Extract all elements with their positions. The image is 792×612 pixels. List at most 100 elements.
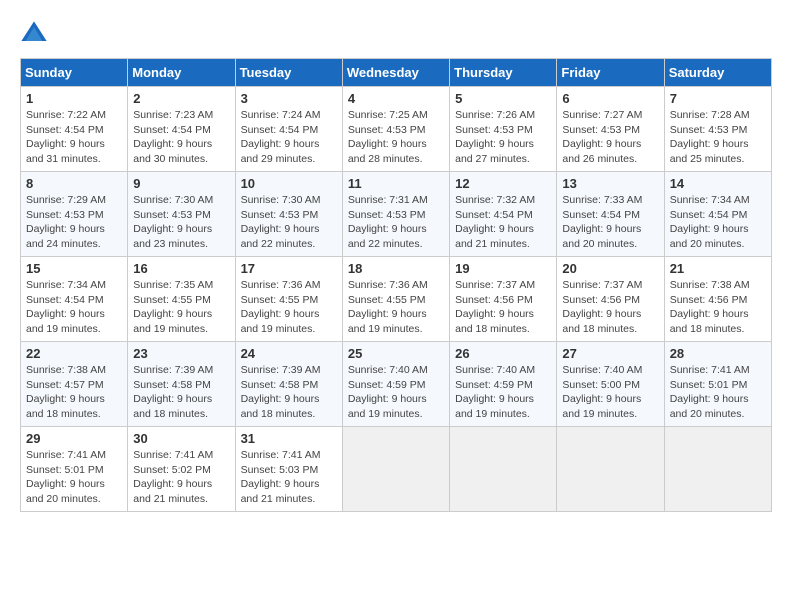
day-info: Sunrise: 7:27 AM Sunset: 4:53 PM Dayligh… [562,108,658,167]
day-cell: 20 Sunrise: 7:37 AM Sunset: 4:56 PM Dayl… [557,257,664,342]
sunset-label: Sunset: 4:58 PM [241,379,319,391]
day-number: 2 [133,91,229,106]
calendar-week-row: 22 Sunrise: 7:38 AM Sunset: 4:57 PM Dayl… [21,342,772,427]
day-cell: 27 Sunrise: 7:40 AM Sunset: 5:00 PM Dayl… [557,342,664,427]
sunset-label: Sunset: 4:54 PM [133,124,211,136]
daylight-label: Daylight: 9 hours [241,138,320,150]
day-number: 13 [562,176,658,191]
day-info: Sunrise: 7:40 AM Sunset: 4:59 PM Dayligh… [348,363,444,422]
day-cell: 22 Sunrise: 7:38 AM Sunset: 4:57 PM Dayl… [21,342,128,427]
daylight-label: Daylight: 9 hours [241,478,320,490]
sunset-label: Sunset: 4:55 PM [133,294,211,306]
sunset-label: Sunset: 4:56 PM [562,294,640,306]
sunrise-label: Sunrise: 7:39 AM [241,364,321,376]
daylight-minutes: and 18 minutes. [241,408,316,420]
daylight-label: Daylight: 9 hours [670,393,749,405]
day-number: 5 [455,91,551,106]
day-info: Sunrise: 7:22 AM Sunset: 4:54 PM Dayligh… [26,108,122,167]
daylight-minutes: and 29 minutes. [241,153,316,165]
day-cell: 7 Sunrise: 7:28 AM Sunset: 4:53 PM Dayli… [664,87,771,172]
day-info: Sunrise: 7:41 AM Sunset: 5:03 PM Dayligh… [241,448,337,507]
daylight-label: Daylight: 9 hours [348,308,427,320]
weekday-header: Friday [557,59,664,87]
sunset-label: Sunset: 4:57 PM [26,379,104,391]
sunrise-label: Sunrise: 7:33 AM [562,194,642,206]
sunset-label: Sunset: 4:54 PM [455,209,533,221]
day-number: 11 [348,176,444,191]
daylight-minutes: and 20 minutes. [26,493,101,505]
day-number: 21 [670,261,766,276]
empty-day-cell [664,427,771,512]
sunset-label: Sunset: 4:59 PM [455,379,533,391]
day-number: 18 [348,261,444,276]
day-cell: 16 Sunrise: 7:35 AM Sunset: 4:55 PM Dayl… [128,257,235,342]
daylight-minutes: and 19 minutes. [455,408,530,420]
day-number: 6 [562,91,658,106]
sunset-label: Sunset: 4:54 PM [562,209,640,221]
daylight-minutes: and 23 minutes. [133,238,208,250]
day-number: 16 [133,261,229,276]
sunset-label: Sunset: 5:00 PM [562,379,640,391]
sunrise-label: Sunrise: 7:35 AM [133,279,213,291]
day-cell: 1 Sunrise: 7:22 AM Sunset: 4:54 PM Dayli… [21,87,128,172]
day-info: Sunrise: 7:29 AM Sunset: 4:53 PM Dayligh… [26,193,122,252]
daylight-minutes: and 28 minutes. [348,153,423,165]
daylight-minutes: and 18 minutes. [562,323,637,335]
daylight-minutes: and 19 minutes. [348,408,423,420]
day-cell: 29 Sunrise: 7:41 AM Sunset: 5:01 PM Dayl… [21,427,128,512]
empty-day-cell [342,427,449,512]
day-number: 9 [133,176,229,191]
daylight-label: Daylight: 9 hours [133,393,212,405]
daylight-minutes: and 18 minutes. [133,408,208,420]
empty-day-cell [557,427,664,512]
sunset-label: Sunset: 5:01 PM [26,464,104,476]
sunrise-label: Sunrise: 7:34 AM [26,279,106,291]
day-cell: 11 Sunrise: 7:31 AM Sunset: 4:53 PM Dayl… [342,172,449,257]
sunset-label: Sunset: 4:54 PM [26,294,104,306]
daylight-minutes: and 19 minutes. [348,323,423,335]
sunset-label: Sunset: 5:03 PM [241,464,319,476]
day-number: 31 [241,431,337,446]
day-cell: 31 Sunrise: 7:41 AM Sunset: 5:03 PM Dayl… [235,427,342,512]
daylight-minutes: and 18 minutes. [455,323,530,335]
day-cell: 4 Sunrise: 7:25 AM Sunset: 4:53 PM Dayli… [342,87,449,172]
daylight-label: Daylight: 9 hours [348,393,427,405]
day-info: Sunrise: 7:41 AM Sunset: 5:02 PM Dayligh… [133,448,229,507]
sunset-label: Sunset: 4:54 PM [26,124,104,136]
calendar-table: SundayMondayTuesdayWednesdayThursdayFrid… [20,58,772,512]
daylight-label: Daylight: 9 hours [670,138,749,150]
daylight-label: Daylight: 9 hours [562,393,641,405]
sunset-label: Sunset: 4:53 PM [241,209,319,221]
daylight-minutes: and 20 minutes. [670,408,745,420]
calendar-week-row: 8 Sunrise: 7:29 AM Sunset: 4:53 PM Dayli… [21,172,772,257]
sunrise-label: Sunrise: 7:28 AM [670,109,750,121]
sunrise-label: Sunrise: 7:40 AM [455,364,535,376]
day-cell: 6 Sunrise: 7:27 AM Sunset: 4:53 PM Dayli… [557,87,664,172]
sunrise-label: Sunrise: 7:38 AM [26,364,106,376]
daylight-label: Daylight: 9 hours [455,308,534,320]
day-number: 14 [670,176,766,191]
sunset-label: Sunset: 4:56 PM [670,294,748,306]
day-cell: 9 Sunrise: 7:30 AM Sunset: 4:53 PM Dayli… [128,172,235,257]
day-info: Sunrise: 7:36 AM Sunset: 4:55 PM Dayligh… [348,278,444,337]
sunset-label: Sunset: 4:53 PM [455,124,533,136]
daylight-minutes: and 21 minutes. [241,493,316,505]
sunrise-label: Sunrise: 7:38 AM [670,279,750,291]
daylight-minutes: and 19 minutes. [241,323,316,335]
day-cell: 26 Sunrise: 7:40 AM Sunset: 4:59 PM Dayl… [450,342,557,427]
daylight-minutes: and 19 minutes. [562,408,637,420]
day-info: Sunrise: 7:31 AM Sunset: 4:53 PM Dayligh… [348,193,444,252]
sunset-label: Sunset: 4:54 PM [670,209,748,221]
day-number: 24 [241,346,337,361]
weekday-header: Sunday [21,59,128,87]
daylight-label: Daylight: 9 hours [26,393,105,405]
sunrise-label: Sunrise: 7:37 AM [455,279,535,291]
sunrise-label: Sunrise: 7:23 AM [133,109,213,121]
daylight-label: Daylight: 9 hours [133,308,212,320]
day-number: 29 [26,431,122,446]
day-info: Sunrise: 7:24 AM Sunset: 4:54 PM Dayligh… [241,108,337,167]
day-info: Sunrise: 7:25 AM Sunset: 4:53 PM Dayligh… [348,108,444,167]
day-info: Sunrise: 7:37 AM Sunset: 4:56 PM Dayligh… [562,278,658,337]
day-info: Sunrise: 7:39 AM Sunset: 4:58 PM Dayligh… [133,363,229,422]
daylight-minutes: and 30 minutes. [133,153,208,165]
